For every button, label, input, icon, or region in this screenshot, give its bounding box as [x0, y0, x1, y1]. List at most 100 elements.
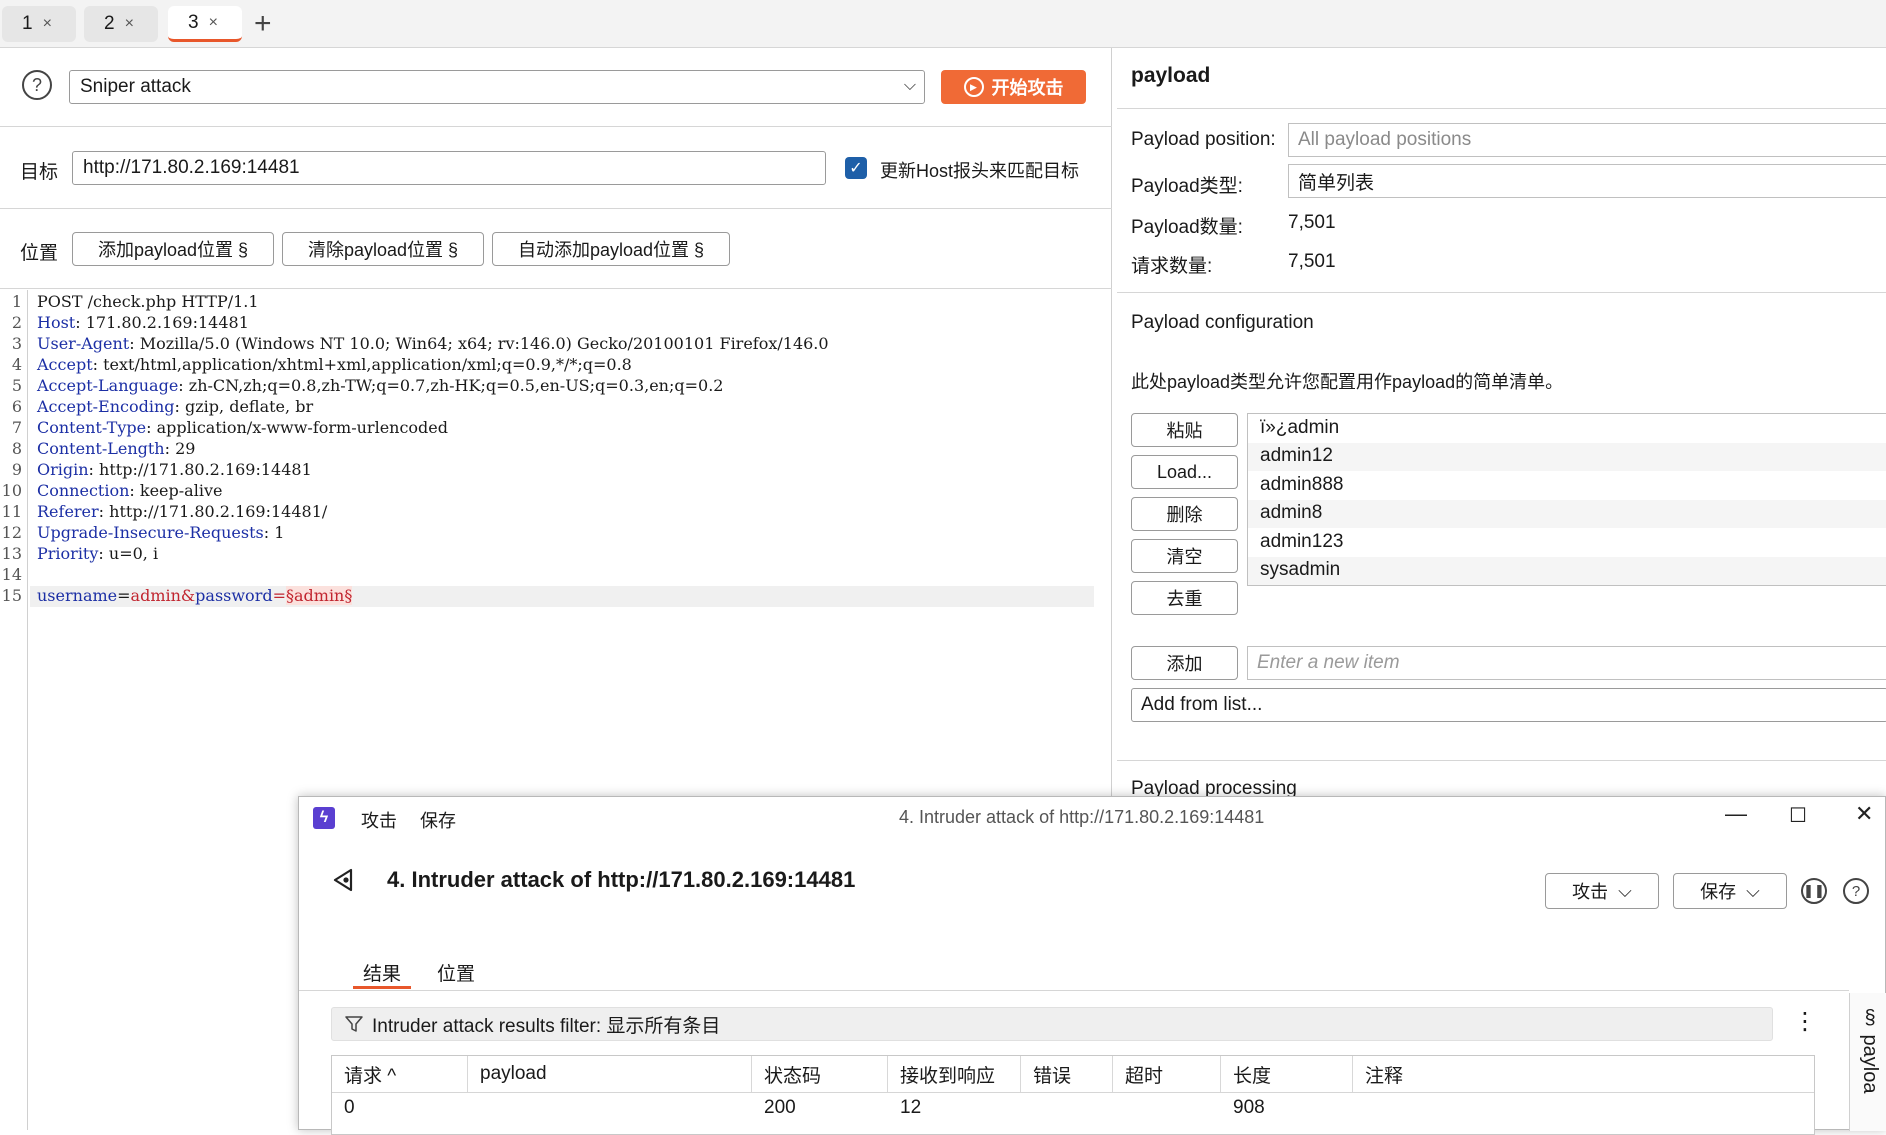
header-value: http://171.80.2.169:14481: [99, 460, 312, 479]
save-dropdown-label: 保存: [1700, 882, 1737, 902]
menu-attack[interactable]: 攻击: [361, 807, 397, 833]
column-header-received[interactable]: 接收到响应: [888, 1056, 1021, 1092]
start-attack-label: 开始攻击: [991, 78, 1064, 98]
clear-button[interactable]: 清空: [1131, 539, 1238, 573]
header-name: Content-Type: [37, 418, 147, 437]
attack-dropdown[interactable]: 攻击 ⌵: [1545, 873, 1659, 909]
pause-icon[interactable]: ❚❚: [1801, 878, 1827, 904]
list-item[interactable]: admin123: [1260, 531, 1343, 553]
column-header-request[interactable]: 请求 ^: [332, 1056, 468, 1092]
clear-payload-position-button[interactable]: 清除payload位置 §: [282, 232, 484, 266]
header-separator: :: [263, 523, 275, 542]
update-host-checkbox[interactable]: ✓: [845, 157, 867, 179]
add-payload-position-button[interactable]: 添加payload位置 §: [72, 232, 274, 266]
play-icon: ▶: [963, 77, 984, 97]
close-icon[interactable]: ×: [209, 14, 218, 32]
menu-save[interactable]: 保存: [420, 807, 456, 833]
window-titlebar: ϟ 攻击 保存 4. Intruder attack of http://171…: [299, 797, 1885, 839]
help-icon[interactable]: ?: [22, 70, 52, 100]
target-url-input[interactable]: http://171.80.2.169:14481: [72, 151, 826, 185]
add-item-button[interactable]: 添加: [1131, 646, 1238, 680]
payload-type-select[interactable]: 简单列表: [1288, 164, 1886, 198]
line-number: 7: [11, 418, 22, 437]
auto-add-payload-position-button[interactable]: 自动添加payload位置 §: [492, 232, 730, 266]
add-tab-button[interactable]: +: [254, 8, 272, 40]
list-item[interactable]: admin8: [1260, 502, 1322, 524]
list-item[interactable]: ï»¿admin: [1260, 417, 1339, 439]
line-number: 8: [11, 439, 22, 458]
remove-button[interactable]: 删除: [1131, 497, 1238, 531]
load-button[interactable]: Load...: [1131, 455, 1238, 489]
tab-2[interactable]: 2 ×: [84, 6, 158, 42]
column-header-timeout[interactable]: 超时: [1113, 1056, 1221, 1092]
header-value: zh-CN,zh;q=0.8,zh-TW;q=0.7,zh-HK;q=0.5,e…: [188, 376, 724, 395]
attack-type-value: Sniper attack: [80, 76, 191, 97]
line-number: 10: [1, 481, 22, 500]
header-separator: :: [98, 544, 109, 563]
tab-1[interactable]: 1 ×: [2, 6, 76, 42]
payload-side-panel-toggle[interactable]: § payloa: [1849, 993, 1886, 1131]
more-options-icon[interactable]: ⋮: [1793, 1007, 1817, 1036]
results-filter-bar[interactable]: Intruder attack results filter: 显示所有条目: [331, 1007, 1773, 1041]
dedupe-button[interactable]: 去重: [1131, 581, 1238, 615]
side-panel-label: § payloa: [1859, 1007, 1881, 1094]
header-separator: :: [164, 439, 176, 458]
column-header-error[interactable]: 错误: [1021, 1056, 1113, 1092]
header-value: keep-alive: [139, 481, 223, 500]
request-line: Accept: text/html,application/xhtml+xml,…: [37, 355, 632, 374]
save-dropdown[interactable]: 保存 ⌵: [1673, 873, 1787, 909]
request-line: Referer: http://171.80.2.169:14481/: [37, 502, 327, 521]
param-eq: =: [272, 586, 286, 605]
chevron-down-icon: ⌵: [903, 77, 916, 94]
close-icon[interactable]: ×: [125, 15, 134, 33]
header-name: Accept: [37, 355, 93, 374]
header-name: User-Agent: [37, 334, 130, 353]
tab-results[interactable]: 结果: [353, 959, 412, 989]
header-value: u=0, i: [108, 544, 159, 563]
header-value: 29: [175, 439, 196, 458]
payload-config-description: 此处payload类型允许您配置用作payload的简单清单。: [1131, 372, 1564, 392]
list-row-stripe: [1248, 557, 1886, 585]
attack-type-select[interactable]: Sniper attack ⌵: [69, 70, 925, 104]
list-item[interactable]: sysadmin: [1260, 559, 1340, 581]
header-name: Accept-Encoding: [37, 397, 175, 416]
minimize-icon[interactable]: —: [1725, 801, 1747, 827]
start-attack-button[interactable]: ▶ 开始攻击: [941, 70, 1086, 104]
column-header-comment[interactable]: 注释: [1353, 1056, 1814, 1092]
close-icon[interactable]: ×: [43, 15, 52, 33]
header-separator: :: [98, 502, 110, 521]
filter-icon: [345, 1016, 363, 1032]
paste-button[interactable]: 粘贴: [1131, 413, 1238, 447]
add-from-list-select[interactable]: Add from list...: [1131, 688, 1886, 722]
payload-position-select[interactable]: All payload positions: [1288, 123, 1886, 157]
tab-3[interactable]: 3 ×: [168, 6, 242, 42]
column-header-payload[interactable]: payload: [468, 1056, 752, 1092]
divider: [0, 126, 1112, 127]
close-icon[interactable]: ✕: [1855, 801, 1873, 827]
list-item[interactable]: admin888: [1260, 474, 1343, 496]
request-line: Upgrade-Insecure-Requests: 1: [37, 523, 284, 542]
header-name: Upgrade-Insecure-Requests: [37, 523, 264, 542]
new-item-input[interactable]: Enter a new item: [1247, 646, 1886, 680]
table-row[interactable]: 0 200 12 908: [332, 1093, 1814, 1125]
header-name: Referer: [37, 502, 99, 521]
param-amp: &: [180, 586, 196, 605]
column-header-status[interactable]: 状态码: [752, 1056, 888, 1092]
request-line: Accept-Encoding: gzip, deflate, br: [37, 397, 313, 416]
request-line: Content-Length: 29: [37, 439, 195, 458]
divider: [299, 990, 1849, 991]
help-icon[interactable]: ?: [1843, 878, 1869, 904]
param-key: password: [195, 586, 273, 605]
line-number: 14: [1, 565, 22, 584]
payload-type-label: Payload类型:: [1131, 176, 1243, 197]
header-name: Connection: [37, 481, 130, 500]
maximize-icon[interactable]: ☐: [1789, 803, 1807, 828]
payload-list[interactable]: ï»¿admin admin12 admin888 admin8 admin12…: [1247, 413, 1886, 586]
list-item[interactable]: admin12: [1260, 445, 1333, 467]
header-value: text/html,application/xhtml+xml,applicat…: [103, 355, 632, 374]
header-separator: :: [129, 481, 140, 500]
line-number: 5: [11, 376, 22, 395]
payload-config-title: Payload configuration: [1131, 312, 1314, 333]
tab-positions[interactable]: 位置: [437, 959, 475, 986]
column-header-length[interactable]: 长度: [1221, 1056, 1353, 1092]
